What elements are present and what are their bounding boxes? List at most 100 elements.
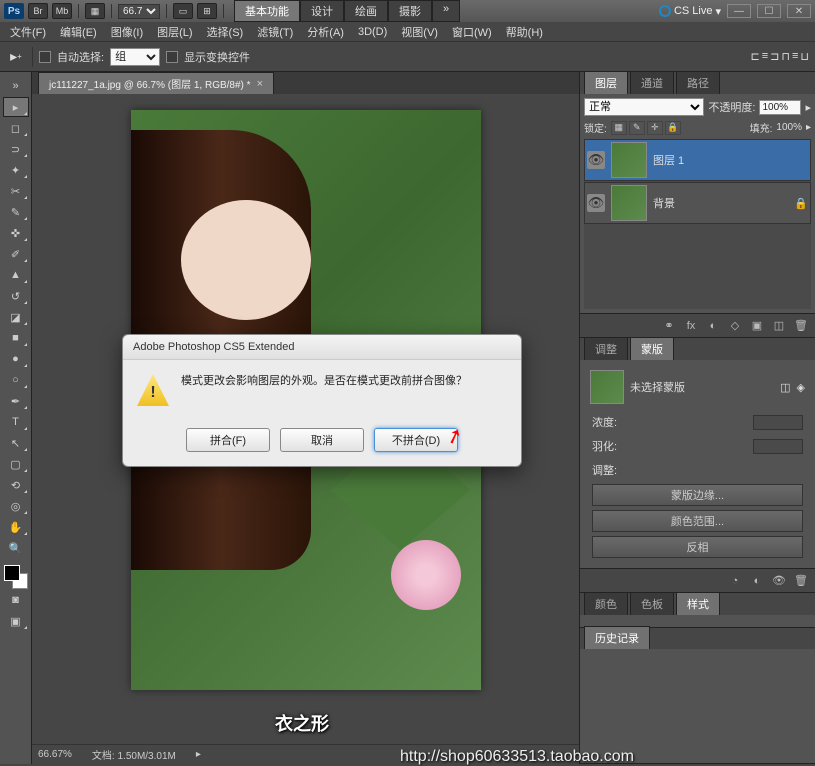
tab-channels[interactable]: 通道 [630, 71, 674, 94]
move-tool-icon[interactable]: ▸+ [6, 47, 26, 67]
menu-image[interactable]: 图像(I) [105, 22, 149, 42]
cslive-button[interactable]: CS Live ▾ [659, 5, 721, 18]
align-icon[interactable]: ⊓ [781, 50, 790, 63]
eraser-tool[interactable]: ◪ [3, 307, 29, 327]
close-button[interactable]: ✕ [787, 4, 811, 18]
pen-tool[interactable]: ✒ [3, 391, 29, 411]
arrange-icon[interactable]: ▭ [173, 3, 193, 19]
tab-masks[interactable]: 蒙版 [630, 337, 674, 360]
layer-thumbnail[interactable] [611, 142, 647, 178]
hand-tool[interactable]: ✋ [3, 517, 29, 537]
tab-history[interactable]: 历史记录 [584, 626, 650, 649]
shape-tool[interactable]: ▢ [3, 454, 29, 474]
color-swatches[interactable] [4, 565, 28, 589]
tab-layers[interactable]: 图层 [584, 71, 628, 94]
lock-pixels-icon[interactable]: ✎ [629, 121, 645, 135]
3d-rotate-tool[interactable]: ⟲ [3, 475, 29, 495]
quickmask-icon[interactable]: ◙ [3, 590, 29, 610]
heal-tool[interactable]: ✜ [3, 223, 29, 243]
pixel-mask-icon[interactable]: ◫ [780, 381, 790, 394]
screen-mode-icon[interactable]: ▦ [85, 3, 105, 19]
align-icon[interactable]: ≡ [762, 50, 768, 63]
show-transform-checkbox[interactable] [166, 51, 178, 63]
foreground-color[interactable] [4, 565, 20, 581]
tab-color[interactable]: 颜色 [584, 592, 628, 615]
visibility-icon[interactable]: 👁 [587, 151, 605, 169]
feather-input[interactable] [753, 439, 803, 454]
blur-tool[interactable]: ● [3, 349, 29, 369]
apply-mask-icon[interactable]: ◐ [747, 572, 767, 590]
mask-thumbnail[interactable] [590, 370, 624, 404]
delete-mask-icon[interactable]: 🗑 [791, 572, 811, 590]
visibility-icon[interactable]: 👁 [587, 194, 605, 212]
disable-mask-icon[interactable]: 👁 [769, 572, 789, 590]
layer-thumbnail[interactable] [611, 185, 647, 221]
zoom-dropdown[interactable]: 66.7 [118, 4, 160, 19]
align-icon[interactable]: ⊔ [800, 50, 809, 63]
workspace-tab-more[interactable]: » [432, 0, 460, 22]
extras-icon[interactable]: ⊞ [197, 3, 217, 19]
cancel-button[interactable]: 取消 [280, 428, 364, 452]
auto-select-checkbox[interactable] [39, 51, 51, 63]
layer-row[interactable]: 👁 背景 🔒 [584, 182, 811, 224]
lasso-tool[interactable]: ⊃ [3, 139, 29, 159]
mask-icon[interactable]: ◐ [703, 317, 723, 335]
doc-info-arrow[interactable]: ▸ [196, 749, 201, 760]
opacity-value[interactable]: 100% [759, 100, 801, 115]
collapse-icon[interactable]: » [3, 76, 29, 96]
align-icon[interactable]: ⊐ [770, 50, 779, 63]
tab-paths[interactable]: 路径 [676, 71, 720, 94]
menu-window[interactable]: 窗口(W) [446, 22, 498, 42]
crop-tool[interactable]: ✂ [3, 181, 29, 201]
menu-3d[interactable]: 3D(D) [352, 24, 393, 40]
menu-file[interactable]: 文件(F) [4, 22, 52, 42]
align-icon[interactable]: ⊏ [751, 50, 760, 63]
menu-filter[interactable]: 滤镜(T) [251, 22, 299, 42]
group-icon[interactable]: ▣ [747, 317, 767, 335]
fill-arrow-icon[interactable]: ▸ [806, 122, 811, 133]
zoom-percent[interactable]: 66.67% [38, 749, 72, 760]
bridge-button[interactable]: Br [28, 3, 48, 19]
workspace-tab-painting[interactable]: 绘画 [344, 0, 388, 22]
tab-swatches[interactable]: 色板 [630, 592, 674, 615]
new-layer-icon[interactable]: ◫ [769, 317, 789, 335]
workspace-tab-photo[interactable]: 摄影 [388, 0, 432, 22]
close-tab-icon[interactable]: × [257, 78, 263, 90]
minibridge-button[interactable]: Mb [52, 3, 72, 19]
menu-select[interactable]: 选择(S) [201, 22, 250, 42]
layer-row[interactable]: 👁 图层 1 [584, 139, 811, 181]
lock-position-icon[interactable]: ✛ [647, 121, 663, 135]
layer-name[interactable]: 图层 1 [653, 152, 808, 168]
minimize-button[interactable]: — [727, 4, 751, 18]
link-icon[interactable]: ⚭ [659, 317, 679, 335]
workspace-tab-design[interactable]: 设计 [300, 0, 344, 22]
adjustment-icon[interactable]: ◇ [725, 317, 745, 335]
marquee-tool[interactable]: ◻ [3, 118, 29, 138]
flatten-button[interactable]: 拼合(F) [186, 428, 270, 452]
stamp-tool[interactable]: ▲ [3, 265, 29, 285]
document-tab[interactable]: jc111227_1a.jpg @ 66.7% (图层 1, RGB/8#) *… [38, 72, 274, 94]
menu-analysis[interactable]: 分析(A) [301, 22, 350, 42]
wand-tool[interactable]: ✦ [3, 160, 29, 180]
layer-name[interactable]: 背景 [653, 195, 788, 211]
3d-orbit-tool[interactable]: ◎ [3, 496, 29, 516]
gradient-tool[interactable]: ■ [3, 328, 29, 348]
move-tool[interactable]: ▸ [3, 97, 29, 117]
load-selection-icon[interactable]: ◔ [725, 572, 745, 590]
align-icon[interactable]: ≡ [792, 50, 798, 63]
brush-tool[interactable]: ✐ [3, 244, 29, 264]
auto-select-target[interactable]: 组 [110, 48, 160, 66]
type-tool[interactable]: T [3, 412, 29, 432]
eyedropper-tool[interactable]: ✎ [3, 202, 29, 222]
dont-flatten-button[interactable]: 不拼合(D) [374, 428, 458, 452]
opacity-arrow-icon[interactable]: ▸ [805, 101, 811, 114]
fill-value[interactable]: 100% [776, 122, 802, 133]
tab-adjustments[interactable]: 调整 [584, 337, 628, 360]
menu-layer[interactable]: 图层(L) [151, 22, 198, 42]
invert-button[interactable]: 反相 [592, 536, 803, 558]
mask-edge-button[interactable]: 蒙版边缘... [592, 484, 803, 506]
lock-transparent-icon[interactable]: ▦ [611, 121, 627, 135]
screenmode-icon[interactable]: ▣ [3, 611, 29, 631]
zoom-tool[interactable]: 🔍 [3, 538, 29, 558]
history-brush-tool[interactable]: ↺ [3, 286, 29, 306]
